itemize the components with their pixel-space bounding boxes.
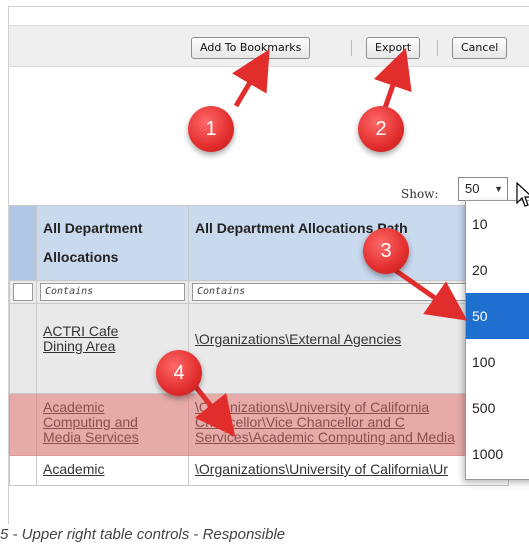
figure-caption: 5 - Upper right table controls - Respons… (0, 526, 286, 543)
callout-arrow-2 (373, 47, 412, 109)
callout-badge-3: 3 (363, 228, 409, 274)
callout-badge-1: 1 (188, 106, 234, 152)
callout-arrow-1 (232, 49, 270, 108)
callout-badge-4: 4 (156, 350, 202, 396)
callout-arrow-4 (190, 380, 236, 437)
callout-arrow-3 (390, 265, 468, 321)
callout-arrows (190, 47, 468, 437)
callout-badge-2: 2 (358, 106, 404, 152)
